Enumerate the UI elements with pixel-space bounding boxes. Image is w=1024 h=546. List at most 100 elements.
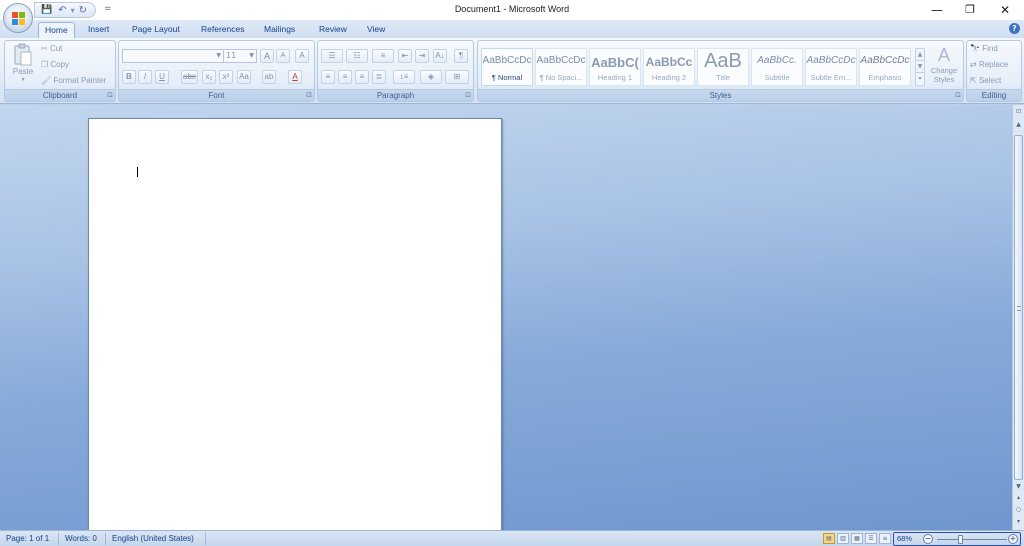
increase-indent-button[interactable]: ⇥ bbox=[415, 49, 429, 63]
tab-mailings[interactable]: Mailings bbox=[258, 22, 301, 38]
line-spacing-button[interactable]: ↕≡ bbox=[393, 70, 415, 84]
gallery-more-icon[interactable]: ▾ bbox=[916, 73, 924, 85]
zoom-out-button[interactable]: − bbox=[923, 534, 933, 544]
paragraph-launcher-icon[interactable]: ⊡ bbox=[465, 91, 471, 99]
reading-icon: ▥ bbox=[840, 535, 846, 542]
ribbon: Paste ▾ ✂ Cut ❐ Copy 🖌 Format Painter Cl… bbox=[0, 38, 1024, 104]
replace-button[interactable]: ⇄ Replace bbox=[970, 60, 1008, 69]
change-styles-button[interactable]: A Change Styles bbox=[927, 44, 961, 84]
cut-button[interactable]: ✂ Cut bbox=[41, 44, 62, 53]
align-right-button[interactable]: ≡ bbox=[355, 70, 369, 84]
multilevel-list-button[interactable]: ≡ bbox=[372, 49, 394, 63]
style-subtitle[interactable]: AaBbCc. Subtitle bbox=[751, 48, 803, 86]
style-heading-2[interactable]: AaBbCc Heading 2 bbox=[643, 48, 695, 86]
gallery-up-icon[interactable]: ▲ bbox=[916, 49, 924, 61]
grow-font-button[interactable]: A bbox=[260, 49, 274, 63]
font-size-combo[interactable]: 11 ▼ bbox=[223, 49, 257, 63]
restore-button[interactable]: ❐ bbox=[955, 1, 985, 19]
justify-button[interactable]: ≣ bbox=[372, 70, 386, 84]
help-icon[interactable]: ? bbox=[1009, 23, 1020, 34]
align-left-button[interactable]: ≡ bbox=[321, 70, 335, 84]
close-button[interactable]: ✕ bbox=[990, 1, 1020, 19]
ruler-toggle-icon[interactable]: ⊡ bbox=[1014, 107, 1023, 117]
sort-button[interactable]: A↓ bbox=[433, 49, 447, 63]
binoculars-icon: 🔭 bbox=[970, 44, 980, 53]
outline-view-button[interactable]: ☰ bbox=[865, 533, 877, 544]
subscript-button[interactable]: x₂ bbox=[202, 70, 216, 84]
cut-label: Cut bbox=[49, 44, 63, 53]
full-screen-reading-view-button[interactable]: ▥ bbox=[837, 533, 849, 544]
numbering-button[interactable]: ☷ bbox=[346, 49, 368, 63]
style-emphasis[interactable]: AaBbCcDc Emphasis bbox=[859, 48, 911, 86]
paste-button[interactable]: Paste ▾ bbox=[9, 43, 37, 87]
gallery-down-icon[interactable]: ▼ bbox=[916, 61, 924, 73]
next-page-icon[interactable]: ▾ bbox=[1014, 517, 1023, 527]
print-layout-view-button[interactable]: ▤ bbox=[823, 533, 835, 544]
clear-formatting-button[interactable]: A bbox=[295, 49, 309, 63]
highlight-button[interactable]: ab bbox=[262, 70, 276, 84]
scrollbar-thumb[interactable] bbox=[1014, 135, 1023, 480]
tab-references[interactable]: References bbox=[195, 22, 250, 38]
font-name-combo[interactable]: ▼ bbox=[122, 49, 224, 63]
tab-page-layout[interactable]: Page Layout bbox=[126, 22, 186, 38]
style-subtle-emphasis[interactable]: AaBbCcDc Subtle Em... bbox=[805, 48, 857, 86]
document-page[interactable] bbox=[88, 118, 502, 530]
shrink-font-button[interactable]: A bbox=[276, 49, 290, 63]
borders-button[interactable]: ⊞ bbox=[445, 70, 469, 84]
shading-button[interactable]: ◈ bbox=[420, 70, 442, 84]
language-indicator[interactable]: English (United States) bbox=[112, 533, 194, 545]
tab-home[interactable]: Home bbox=[38, 22, 75, 38]
font-group-label: Font bbox=[119, 89, 314, 101]
tab-review[interactable]: Review bbox=[313, 22, 353, 38]
replace-label: Replace bbox=[978, 60, 1009, 69]
style-sample: AaBbCcDc bbox=[536, 55, 586, 66]
change-case-button[interactable]: Aa bbox=[237, 70, 251, 84]
scroll-up-icon[interactable]: ▲ bbox=[1014, 120, 1023, 130]
browse-object-icon[interactable]: ○ bbox=[1014, 505, 1023, 515]
minimize-button[interactable]: — bbox=[922, 1, 952, 19]
web-layout-view-button[interactable]: ▦ bbox=[851, 533, 863, 544]
zoom-level[interactable]: 68% bbox=[897, 534, 912, 543]
document-workspace bbox=[0, 105, 1012, 530]
decrease-indent-button[interactable]: ⇤ bbox=[398, 49, 412, 63]
office-button[interactable] bbox=[3, 3, 33, 33]
align-center-icon: ≡ bbox=[342, 72, 348, 81]
format-painter-button[interactable]: 🖌 Format Painter bbox=[41, 76, 106, 85]
superscript-button[interactable]: x² bbox=[219, 70, 233, 84]
styles-launcher-icon[interactable]: ⊡ bbox=[955, 91, 961, 99]
tab-view[interactable]: View bbox=[361, 22, 391, 38]
zoom-slider-thumb[interactable] bbox=[957, 535, 963, 544]
paste-dropdown-icon: ▾ bbox=[21, 77, 25, 83]
word-count[interactable]: Words: 0 bbox=[65, 533, 97, 545]
zoom-in-button[interactable]: + bbox=[1008, 534, 1018, 544]
format-painter-label: Format Painter bbox=[53, 76, 107, 85]
bullets-button[interactable]: ☰ bbox=[321, 49, 343, 63]
status-bar: Page: 1 of 1 Words: 0 English (United St… bbox=[0, 530, 1024, 546]
clipboard-launcher-icon[interactable]: ⊡ bbox=[107, 91, 113, 99]
underline-button[interactable]: U bbox=[155, 70, 169, 84]
style-normal[interactable]: AaBbCcDc ¶ Normal bbox=[481, 48, 533, 86]
scroll-down-icon[interactable]: ▼ bbox=[1014, 482, 1023, 492]
line-spacing-icon: ↕≡ bbox=[399, 72, 409, 81]
tab-insert[interactable]: Insert bbox=[82, 22, 115, 38]
find-button[interactable]: 🔭 Find bbox=[970, 44, 998, 53]
copy-button[interactable]: ❐ Copy bbox=[41, 60, 69, 69]
show-marks-button[interactable]: ¶ bbox=[454, 49, 468, 63]
font-launcher-icon[interactable]: ⊡ bbox=[306, 91, 312, 99]
vertical-scrollbar[interactable]: ⊡ ▲ ▼ ▴ ○ ▾ bbox=[1012, 105, 1024, 530]
draft-view-button[interactable]: ≡ bbox=[879, 533, 891, 544]
previous-page-icon[interactable]: ▴ bbox=[1014, 493, 1023, 503]
select-button[interactable]: ⇱ Select bbox=[970, 76, 1001, 85]
strikethrough-button[interactable]: abe bbox=[181, 70, 199, 84]
font-color-button[interactable]: A bbox=[288, 70, 302, 84]
page-count[interactable]: Page: 1 of 1 bbox=[6, 533, 49, 545]
copy-icon: ❐ bbox=[41, 60, 49, 69]
center-button[interactable]: ≡ bbox=[338, 70, 352, 84]
style-heading-1[interactable]: AaBbC(Heading 1 bbox=[589, 48, 641, 86]
font-group: ▼ 11 ▼ A A A B I U abe x₂ x² Aa ab A Fon… bbox=[118, 40, 315, 102]
style-title[interactable]: AaB Title bbox=[697, 48, 749, 86]
zoom-slider-track[interactable] bbox=[937, 539, 1007, 540]
style-no-spacing[interactable]: AaBbCcDc ¶ No Spaci... bbox=[535, 48, 587, 86]
italic-button[interactable]: I bbox=[138, 70, 152, 84]
bold-button[interactable]: B bbox=[122, 70, 136, 84]
